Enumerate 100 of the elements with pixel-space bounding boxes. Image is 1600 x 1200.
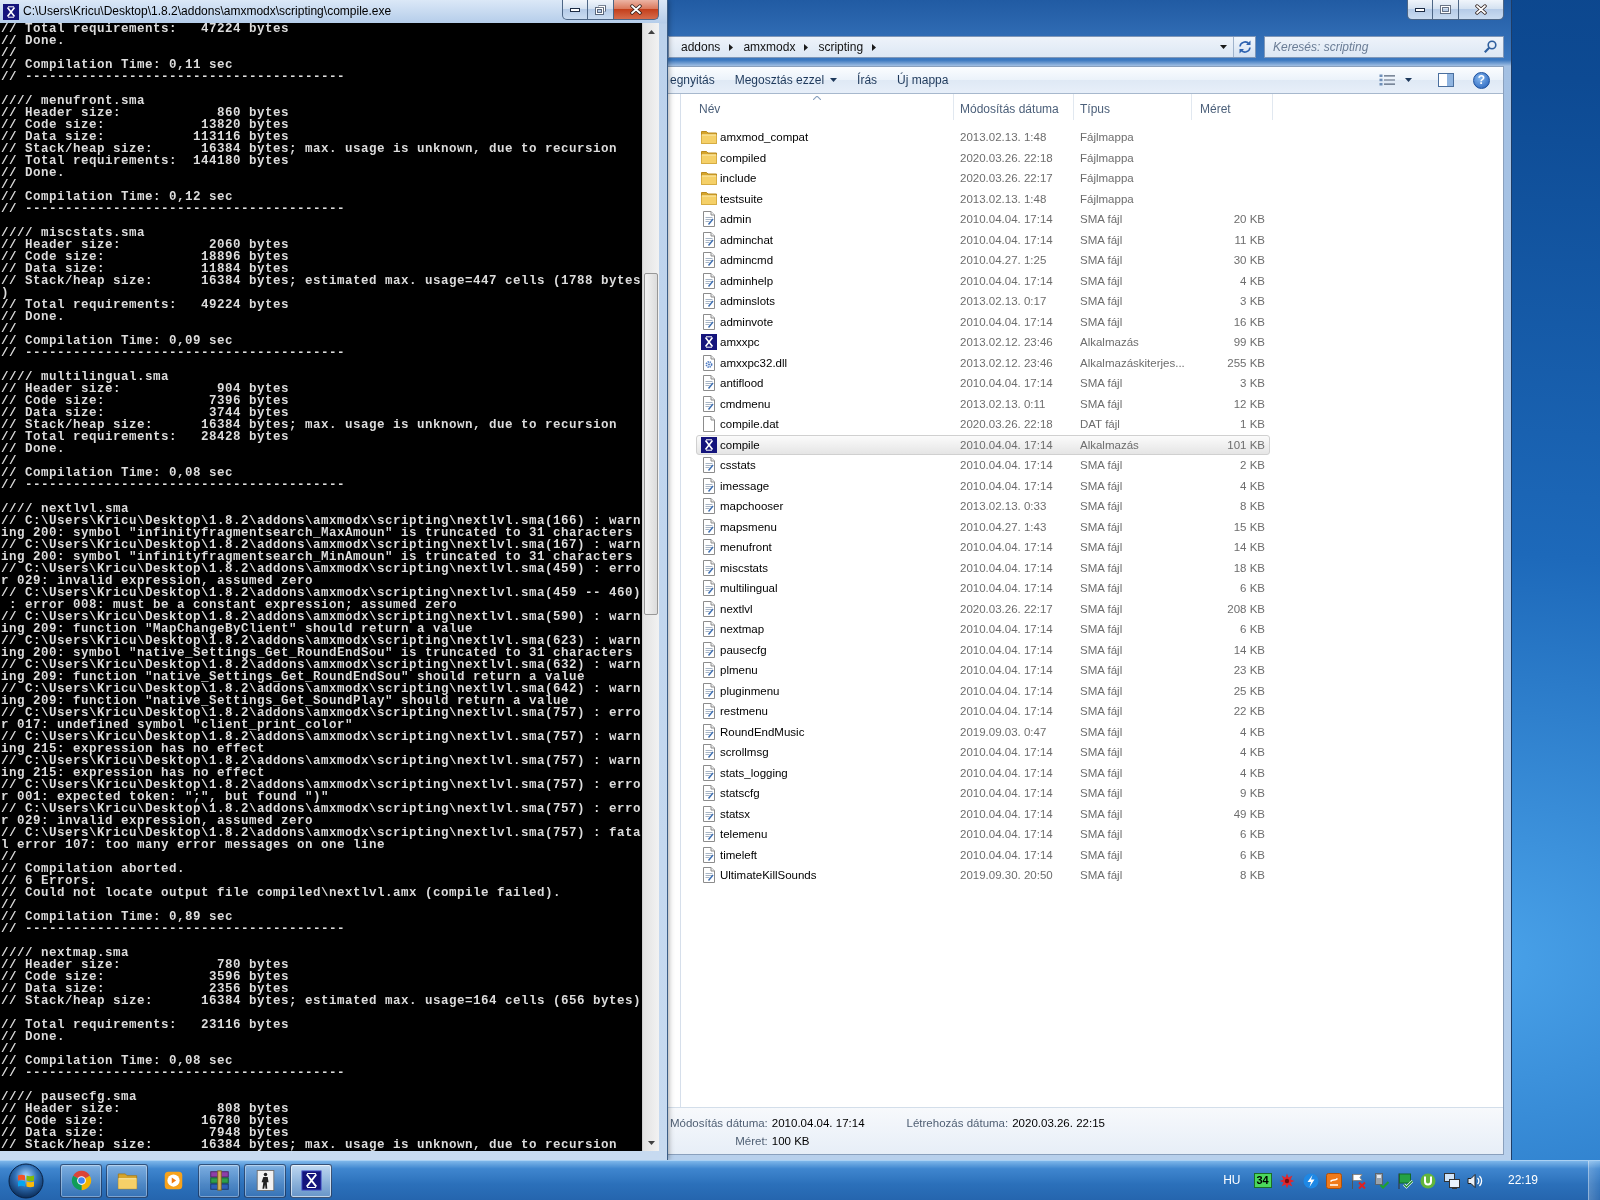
console-line: // Done. <box>1 311 66 323</box>
breadcrumb-arrow-icon[interactable] <box>804 43 809 51</box>
console-line: // Header size: 2060 bytes <box>1 239 291 251</box>
file-row[interactable]: amxxpc 2013.02.12. 23:46 Alkalmazás 99 KB <box>696 332 1270 353</box>
breadcrumb-arrow-icon[interactable] <box>872 43 877 51</box>
taskbar-button[interactable] <box>244 1163 286 1198</box>
file-row[interactable]: adminhelp 2010.04.04. 17:14 SMA fájl 4 KB <box>696 270 1270 291</box>
file-row[interactable]: nextlvl 2020.03.26. 22:17 SMA fájl 208 KB <box>696 598 1270 619</box>
file-name: amxxpc <box>720 335 760 350</box>
address-bar[interactable]: addons amxmodx scripting <box>668 36 1256 58</box>
taskbar-button[interactable] <box>106 1163 148 1198</box>
file-row[interactable]: menufront 2010.04.04. 17:14 SMA fájl 14 KB <box>696 537 1270 558</box>
dropdown-arrow-icon[interactable] <box>1220 45 1227 49</box>
file-row[interactable]: compile.dat 2020.03.26. 22:18 DAT fájl 1 KB <box>696 414 1270 435</box>
search-field[interactable]: Keresés: scripting <box>1264 36 1504 58</box>
file-row[interactable]: pluginmenu 2010.04.04. 17:14 SMA fájl 25 KB <box>696 680 1270 701</box>
device-check-icon[interactable] <box>1373 1172 1389 1189</box>
scrollbar[interactable] <box>642 23 659 1151</box>
detail-value: 2020.03.26. 22:15 <box>1012 1116 1105 1130</box>
breadcrumb-item[interactable]: addons <box>681 38 721 56</box>
clock[interactable]: 22:19 <box>1508 1173 1539 1188</box>
language-indicator[interactable]: HU <box>1223 1173 1241 1188</box>
file-row[interactable]: amxxpc32.dll 2013.02.12. 23:46 Alkalmazáskiterjes... 255 KB <box>696 352 1270 373</box>
file-row[interactable]: timeleft 2010.04.04. 17:14 SMA fájl 6 KB <box>696 844 1270 865</box>
file-row[interactable]: compiled 2020.03.26. 22:18 Fájlmappa <box>696 147 1270 168</box>
breadcrumb-arrow-icon[interactable] <box>729 43 734 51</box>
flag-cross-icon[interactable] <box>1349 1172 1366 1189</box>
column-header[interactable]: Név <box>681 94 954 120</box>
console-line: //// miscstats.sma <box>1 227 147 239</box>
squiggle-tile-icon[interactable] <box>1326 1172 1342 1189</box>
console-line: // Done. <box>1 443 66 455</box>
file-row[interactable]: UltimateKillSounds 2019.09.30. 20:50 SMA fájl 8 KB <box>696 865 1270 886</box>
taskbar-button[interactable] <box>60 1163 102 1198</box>
file-row[interactable]: adminslots 2013.02.13. 0:17 SMA fájl 3 KB <box>696 291 1270 312</box>
console-line: //// multilingual.sma <box>1 371 171 383</box>
toolbar-button[interactable]: egnyitás <box>670 67 725 93</box>
file-row[interactable]: stats_logging 2010.04.04. 17:14 SMA fájl 4 KB <box>696 762 1270 783</box>
file-date: 2010.04.04. 17:14 <box>960 848 1053 861</box>
search-icon[interactable] <box>1484 40 1497 53</box>
preview-pane-icon[interactable] <box>1438 73 1454 87</box>
view-list-icon[interactable] <box>1379 74 1395 86</box>
scrollbar-thumb[interactable] <box>644 273 658 615</box>
document-icon <box>703 723 715 740</box>
file-row[interactable]: adminchat 2010.04.04. 17:14 SMA fájl 11 KB <box>696 229 1270 250</box>
file-row[interactable]: restmenu 2010.04.04. 17:14 SMA fájl 22 KB <box>696 701 1270 722</box>
file-row[interactable]: pausecfg 2010.04.04. 17:14 SMA fájl 14 KB <box>696 639 1270 660</box>
document-icon <box>703 744 715 761</box>
file-row[interactable]: admincmd 2010.04.27. 1:25 SMA fájl 30 KB <box>696 250 1270 271</box>
maximize-button[interactable] <box>1433 0 1459 20</box>
file-row[interactable]: admin 2010.04.04. 17:14 SMA fájl 20 KB <box>696 209 1270 230</box>
file-row[interactable]: antiflood 2010.04.04. 17:14 SMA fájl 3 KB <box>696 373 1270 394</box>
minimize-button[interactable] <box>562 0 588 20</box>
close-button[interactable] <box>1459 0 1504 20</box>
u-circle-icon[interactable] <box>1420 1172 1436 1189</box>
close-button[interactable] <box>614 0 659 20</box>
lightning-icon[interactable] <box>1302 1172 1319 1189</box>
taskbar-button[interactable] <box>198 1163 240 1198</box>
file-row[interactable]: compile 2010.04.04. 17:14 Alkalmazás 101 KB <box>696 434 1270 455</box>
toolbar-button[interactable]: Írás <box>847 67 888 93</box>
file-row[interactable]: csstats 2010.04.04. 17:14 SMA fájl 2 KB <box>696 455 1270 476</box>
speaker-icon[interactable] <box>1467 1172 1483 1189</box>
refresh-button[interactable] <box>1233 37 1255 57</box>
file-name: compile <box>720 437 760 452</box>
restore-button[interactable] <box>588 0 614 20</box>
file-row[interactable]: RoundEndMusic 2019.09.03. 0:47 SMA fájl 4 KB <box>696 721 1270 742</box>
column-header[interactable]: Módosítás dátuma <box>954 94 1074 120</box>
toolbar-button[interactable]: Új mappa <box>887 67 959 93</box>
console-line: l error 107: too many error messages on one line <box>1 839 386 851</box>
file-row[interactable]: telemenu 2010.04.04. 17:14 SMA fájl 6 KB <box>696 824 1270 845</box>
file-row[interactable]: nextmap 2010.04.04. 17:14 SMA fájl 6 KB <box>696 619 1270 640</box>
document-icon <box>703 662 715 679</box>
file-name: admincmd <box>720 253 774 268</box>
breadcrumb-item[interactable]: amxmodx <box>743 38 796 56</box>
column-header[interactable]: Típus <box>1074 94 1192 120</box>
toolbar-button[interactable]: Megosztás ezzel <box>724 67 848 93</box>
file-row[interactable]: adminvote 2010.04.04. 17:14 SMA fájl 16 KB <box>696 311 1270 332</box>
file-row[interactable]: mapsmenu 2010.04.27. 1:43 SMA fájl 15 KB <box>696 516 1270 537</box>
file-row[interactable]: mapchooser 2013.02.13. 0:33 SMA fájl 8 KB <box>696 496 1270 517</box>
caret-icon[interactable] <box>1405 78 1412 82</box>
minimize-button[interactable] <box>1407 0 1433 20</box>
file-row[interactable]: statscfg 2010.04.04. 17:14 SMA fájl 9 KB <box>696 783 1270 804</box>
tray-counter[interactable]: 34 <box>1253 1173 1272 1188</box>
file-row[interactable]: testsuite 2013.02.13. 1:48 Fájlmappa <box>696 188 1270 209</box>
file-row[interactable]: cmdmenu 2013.02.13. 0:11 SMA fájl 12 KB <box>696 393 1270 414</box>
show-desktop-button[interactable] <box>1588 1160 1600 1200</box>
file-row[interactable]: imessage 2010.04.04. 17:14 SMA fájl 4 KB <box>696 475 1270 496</box>
network-icon[interactable] <box>1443 1172 1460 1189</box>
file-row[interactable]: miscstats 2010.04.04. 17:14 SMA fájl 18 KB <box>696 557 1270 578</box>
taskbar-button[interactable] <box>290 1163 332 1198</box>
file-row[interactable]: include 2020.03.26. 22:17 Fájlmappa <box>696 168 1270 189</box>
flag-check-icon[interactable] <box>1396 1172 1413 1189</box>
file-row[interactable]: plmenu 2010.04.04. 17:14 SMA fájl 23 KB <box>696 660 1270 681</box>
column-header[interactable]: Méret <box>1192 94 1273 120</box>
file-row[interactable]: multilingual 2010.04.04. 17:14 SMA fájl 6 KB <box>696 578 1270 599</box>
splat-icon[interactable] <box>1279 1172 1295 1189</box>
breadcrumb-item[interactable]: scripting <box>818 38 864 56</box>
file-row[interactable]: statsx 2010.04.04. 17:14 SMA fájl 49 KB <box>696 803 1270 824</box>
file-row[interactable]: scrollmsg 2010.04.04. 17:14 SMA fájl 4 KB <box>696 742 1270 763</box>
file-row[interactable]: amxmod_compat 2013.02.13. 1:48 Fájlmappa <box>696 127 1270 148</box>
console-line: ing 200: symbol "infinityfragmentsearch_MaxAmoun" is truncated to 31 characters <box>1 527 635 539</box>
